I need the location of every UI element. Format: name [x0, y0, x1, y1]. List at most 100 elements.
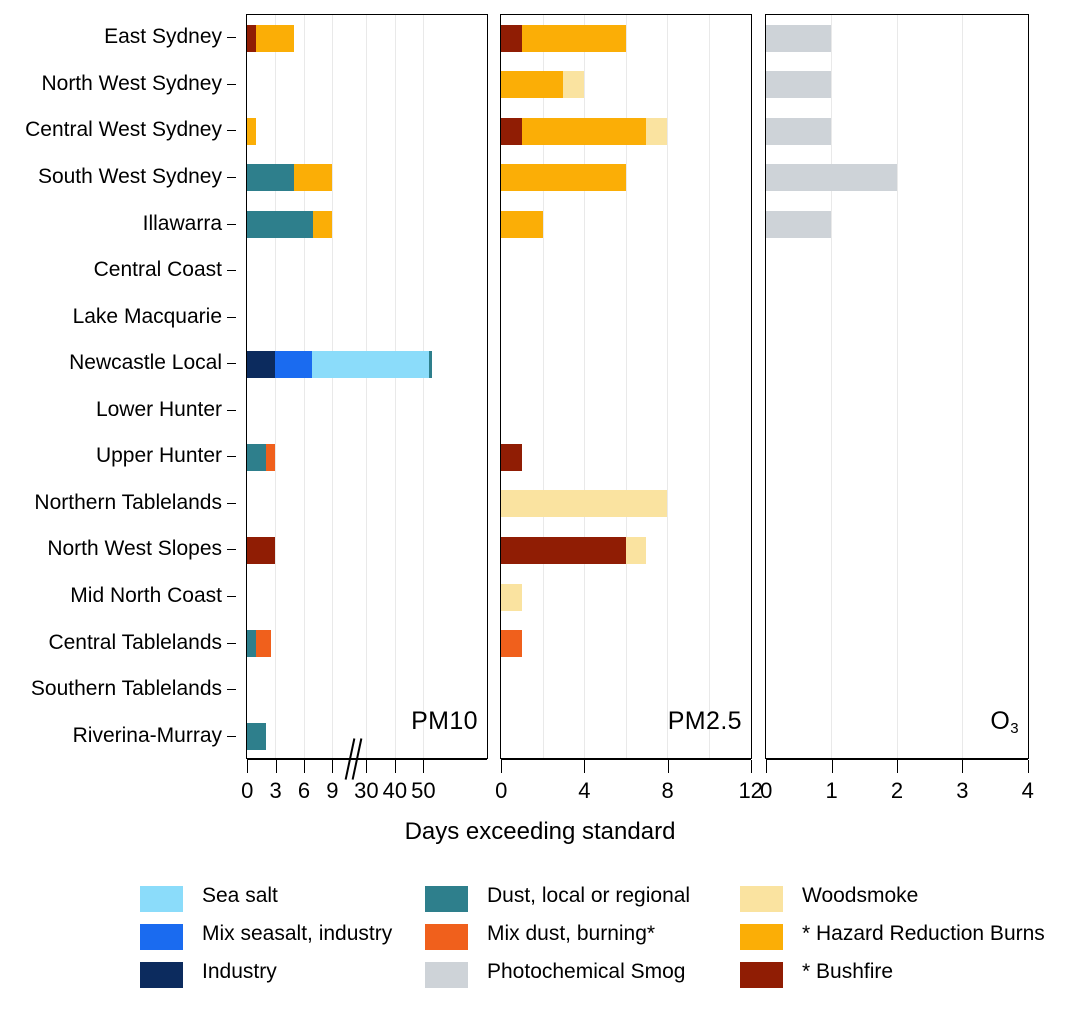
- x-axis-tick-label: 40: [382, 778, 408, 803]
- chart-legend: Sea salt Mix seasalt, industry Industry Dus…: [0, 880, 1080, 1000]
- x-axis-line-pm25: [501, 759, 751, 760]
- bar-segment: [247, 24, 257, 52]
- bar-row: [501, 164, 751, 192]
- y-axis-label-central-coast: Central Coast: [93, 258, 222, 282]
- x-axis-tick: [304, 760, 305, 773]
- bar-segment: [501, 443, 522, 471]
- bar-segment: [766, 117, 832, 145]
- y-axis-label-mid-north-coast: Mid North Coast: [70, 584, 222, 608]
- bar-segment: [766, 24, 832, 52]
- legend-label: Mix seasalt, industry: [202, 922, 393, 945]
- y-axis-tick: [227, 37, 236, 39]
- chart-figure: East Sydney North West Sydney Central West…: [0, 0, 1080, 1014]
- bar-segment: [501, 164, 626, 192]
- bar-segment: [521, 24, 626, 52]
- bar-row: [766, 117, 1028, 145]
- x-axis-tick: [766, 760, 768, 773]
- bar-segment: [256, 24, 295, 52]
- bar-segment: [501, 211, 543, 239]
- y-axis-tick: [227, 735, 236, 737]
- x-axis-tick-label: 0: [495, 778, 508, 803]
- bar-segment: [247, 723, 266, 751]
- legend-swatch: [740, 962, 783, 988]
- bar-segment: [247, 164, 295, 192]
- y-axis-label-central-west-sydney: Central West Sydney: [25, 118, 222, 142]
- bar-segment: [265, 443, 276, 471]
- x-axis-tick: [897, 760, 898, 773]
- y-axis-tick: [227, 502, 236, 504]
- bar-segment: [521, 117, 647, 145]
- x-axis-tick-label: 1: [825, 778, 838, 803]
- x-axis-title: Days exceeding standard: [404, 818, 676, 845]
- bar-segment: [501, 583, 522, 611]
- y-axis-label-east-sydney: East Sydney: [104, 25, 222, 49]
- bar-segment: [766, 211, 832, 239]
- x-axis-tick-label: 0: [241, 778, 254, 803]
- bar-segment: [501, 536, 626, 564]
- bar-row: [247, 24, 487, 52]
- panel-pm25: PM2.5: [500, 14, 752, 759]
- bar-row: [247, 350, 487, 378]
- bar-segment: [501, 24, 522, 52]
- legend-label: Woodsmoke: [802, 884, 919, 907]
- x-axis-tick-label: 4: [1021, 778, 1034, 803]
- legend-label: Industry: [202, 960, 277, 983]
- bar-row: [501, 630, 751, 658]
- legend-swatch: [425, 962, 468, 988]
- y-axis-tick: [227, 596, 236, 598]
- legend-label: Photochemical Smog: [487, 960, 686, 983]
- legend-label: Dust, local or regional: [487, 884, 691, 907]
- bar-segment: [247, 117, 257, 145]
- panel-label-pm25: PM2.5: [667, 707, 742, 735]
- bar-row: [766, 24, 1028, 52]
- bar-row: [501, 211, 751, 239]
- y-axis-label-upper-hunter: Upper Hunter: [95, 444, 222, 468]
- panel-label-o3: O3: [990, 707, 1019, 737]
- bar-row: [247, 443, 487, 471]
- legend-swatch: [140, 962, 183, 988]
- bar-row: [247, 117, 487, 145]
- legend-label: Mix dust, burning*: [487, 922, 656, 945]
- x-axis-tick-label: 9: [326, 778, 339, 803]
- bar-segment: [766, 164, 897, 192]
- x-axis-tick-label: 3: [269, 778, 282, 803]
- legend-swatch: [425, 886, 468, 912]
- x-axis-tick: [332, 760, 334, 773]
- bar-segment: [501, 630, 522, 658]
- bar-row: [501, 490, 751, 518]
- legend-swatch: [140, 924, 183, 950]
- bar-row: [501, 117, 751, 145]
- bar-segment: [766, 71, 832, 99]
- panel-o3: O3: [765, 14, 1029, 759]
- legend-swatch: [425, 924, 468, 950]
- x-axis-tick-label: 8: [661, 778, 674, 803]
- bar-segment: [247, 443, 266, 471]
- y-axis-tick: [227, 223, 236, 225]
- bar-row: [501, 443, 751, 471]
- y-axis-label-north-west-sydney: North West Sydney: [41, 71, 222, 95]
- x-axis-tick: [667, 760, 669, 773]
- bar-row: [247, 536, 487, 564]
- y-axis-label-illawarra: Illawarra: [142, 211, 222, 235]
- y-axis-tick: [227, 316, 236, 318]
- x-axis-tick-label: 30: [354, 778, 379, 803]
- bar-row: [501, 583, 751, 611]
- legend-swatch: [140, 886, 183, 912]
- legend-label: * Bushfire: [802, 960, 894, 983]
- y-axis-label-lake-macquarie: Lake Macquarie: [72, 304, 222, 328]
- bar-segment: [428, 350, 432, 378]
- bar-row: [766, 71, 1028, 99]
- bar-row: [247, 211, 487, 239]
- bar-segment: [313, 211, 333, 239]
- y-axis-tick: [227, 689, 236, 691]
- bar-segment: [247, 211, 314, 239]
- x-axis-tick-label: 6: [297, 778, 311, 803]
- panel-pm10: PM10: [246, 14, 488, 759]
- x-axis-tick: [501, 760, 503, 773]
- bar-row: [501, 24, 751, 52]
- bar-row: [247, 164, 487, 192]
- bar-segment: [247, 630, 257, 658]
- y-axis-label-lower-hunter: Lower Hunter: [95, 397, 222, 421]
- y-axis-label-newcastle-local: Newcastle Local: [69, 351, 222, 375]
- bar-row: [247, 630, 487, 658]
